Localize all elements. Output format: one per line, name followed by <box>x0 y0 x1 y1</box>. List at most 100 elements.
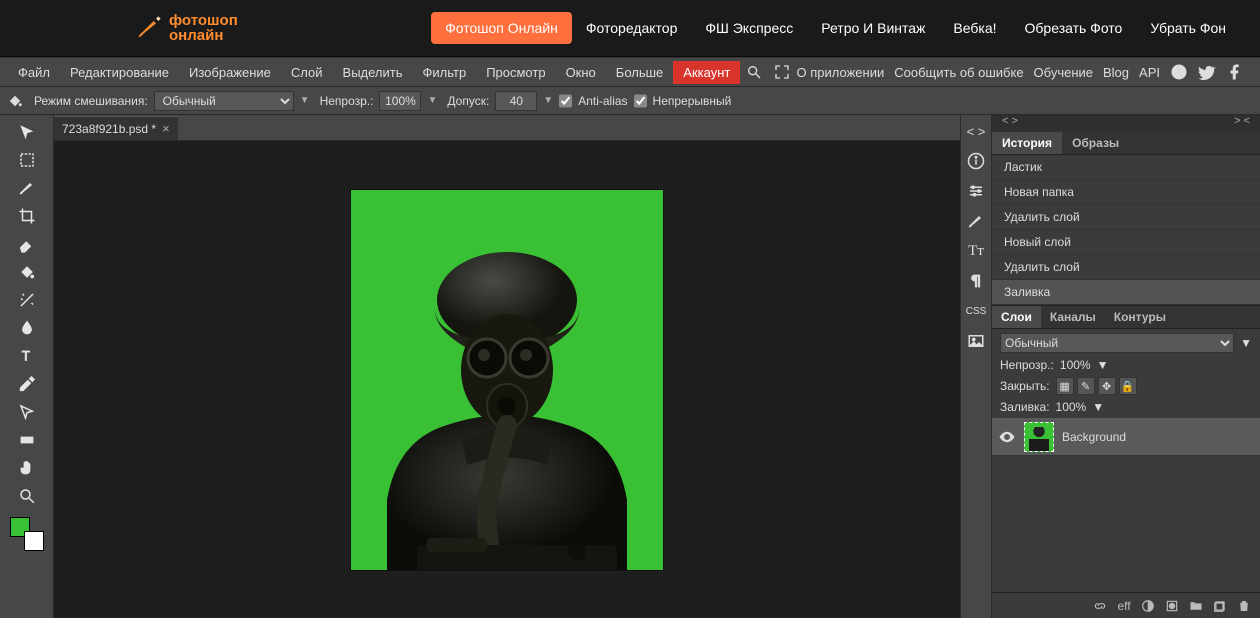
site-logo[interactable]: фотошоп онлайн <box>135 13 238 43</box>
marquee-tool[interactable] <box>13 147 41 173</box>
mask-icon[interactable] <box>1164 598 1180 614</box>
fx-icon[interactable]: eff <box>1116 598 1132 614</box>
fullscreen-icon[interactable] <box>774 64 790 80</box>
code-icon[interactable]: < > <box>966 121 986 141</box>
contiguous-checkbox[interactable] <box>634 91 647 111</box>
tab-images[interactable]: Образы <box>1062 132 1129 154</box>
background-color[interactable] <box>24 531 44 551</box>
menu-account[interactable]: Аккаунт <box>673 61 740 84</box>
layers-list: Background <box>992 418 1260 592</box>
search-icon[interactable] <box>746 64 762 80</box>
menu-learn[interactable]: Обучение <box>1034 65 1093 80</box>
dropdown-icon[interactable]: ▼ <box>1240 336 1252 350</box>
document-tab[interactable]: 723a8f921b.psd * × <box>54 116 178 140</box>
menu-api[interactable]: API <box>1139 65 1160 80</box>
facebook-icon[interactable] <box>1226 63 1244 81</box>
twitter-icon[interactable] <box>1198 63 1216 81</box>
close-icon[interactable]: × <box>162 121 170 136</box>
canvas-area[interactable] <box>54 141 960 618</box>
type-icon[interactable]: Tт <box>966 241 986 261</box>
eyedropper-tool[interactable] <box>13 371 41 397</box>
bucket-tool[interactable] <box>13 259 41 285</box>
move-tool[interactable] <box>13 119 41 145</box>
lock-move-icon[interactable]: ✥ <box>1098 377 1116 395</box>
text-tool[interactable]: T <box>13 343 41 369</box>
nav-editor[interactable]: Фоторедактор <box>572 12 692 44</box>
history-item[interactable]: Удалить слой <box>992 205 1260 230</box>
nav-removebg[interactable]: Убрать Фон <box>1136 12 1240 44</box>
brush-panel-icon[interactable] <box>966 211 986 231</box>
new-layer-icon[interactable] <box>1212 598 1228 614</box>
tab-channels[interactable]: Каналы <box>1041 306 1105 328</box>
menu-more[interactable]: Больше <box>606 61 674 84</box>
tab-paths[interactable]: Контуры <box>1105 306 1175 328</box>
opacity-field[interactable] <box>379 91 421 111</box>
layer-opacity-label: Непрозр.: <box>1000 358 1054 372</box>
reddit-icon[interactable] <box>1170 63 1188 81</box>
lock-all-icon[interactable]: 🔒 <box>1119 377 1137 395</box>
tab-layers[interactable]: Слои <box>992 306 1041 328</box>
menu-about[interactable]: О приложении <box>797 65 885 80</box>
link-icon[interactable] <box>1092 598 1108 614</box>
history-item[interactable]: Ластик <box>992 155 1260 180</box>
history-item[interactable]: Заливка <box>992 280 1260 305</box>
wand-tool[interactable] <box>13 287 41 313</box>
menu-edit[interactable]: Редактирование <box>60 61 179 84</box>
brush-tool[interactable] <box>13 175 41 201</box>
lock-transparency-icon[interactable]: ▦ <box>1056 377 1074 395</box>
color-swatches[interactable] <box>10 517 44 551</box>
blend-mode-select[interactable]: Обычный <box>154 91 294 111</box>
menu-window[interactable]: Окно <box>556 61 606 84</box>
canvas[interactable] <box>351 190 663 570</box>
menu-file[interactable]: Файл <box>8 61 60 84</box>
menu-blog[interactable]: Blog <box>1103 65 1129 80</box>
nav-express[interactable]: ФШ Экспресс <box>691 12 807 44</box>
nav-retro[interactable]: Ретро И Винтаж <box>807 12 939 44</box>
visibility-icon[interactable] <box>998 428 1016 446</box>
canvas-image <box>377 230 637 570</box>
layer-name[interactable]: Background <box>1062 430 1126 444</box>
lock-brush-icon[interactable]: ✎ <box>1077 377 1095 395</box>
menu-select[interactable]: Выделить <box>333 61 413 84</box>
menu-layer[interactable]: Слой <box>281 61 333 84</box>
blend-mode-label: Режим смешивания: <box>34 94 148 108</box>
paragraph-icon[interactable] <box>966 271 986 291</box>
layer-row[interactable]: Background <box>992 418 1260 456</box>
trash-icon[interactable] <box>1236 598 1252 614</box>
blur-tool[interactable] <box>13 315 41 341</box>
gradient-tool[interactable] <box>13 427 41 453</box>
path-tool[interactable] <box>13 399 41 425</box>
nav-crop[interactable]: Обрезать Фото <box>1011 12 1137 44</box>
history-item[interactable]: Новый слой <box>992 230 1260 255</box>
layer-thumbnail[interactable] <box>1024 422 1054 452</box>
folder-icon[interactable] <box>1188 598 1204 614</box>
history-item[interactable]: Удалить слой <box>992 255 1260 280</box>
layer-blend-select[interactable]: Обычный <box>1000 333 1234 353</box>
dropdown-icon[interactable]: ▼ <box>1097 358 1109 372</box>
dropdown-icon[interactable]: ▼ <box>1092 400 1104 414</box>
panel-collapse-arrows[interactable]: < > > < <box>992 115 1260 131</box>
dropdown-icon[interactable]: ▼ <box>300 95 310 106</box>
css-icon[interactable]: CSS <box>966 301 986 321</box>
info-icon[interactable] <box>966 151 986 171</box>
bucket-icon[interactable] <box>6 92 24 110</box>
adjustment-icon[interactable] <box>1140 598 1156 614</box>
dropdown-icon[interactable]: ▼ <box>543 95 553 106</box>
hand-tool[interactable] <box>13 455 41 481</box>
eraser-tool[interactable] <box>13 231 41 257</box>
tolerance-field[interactable] <box>495 91 537 111</box>
menu-view[interactable]: Просмотр <box>476 61 555 84</box>
nav-webka[interactable]: Вебка! <box>939 12 1010 44</box>
nav-online[interactable]: Фотошоп Онлайн <box>431 12 572 44</box>
menu-report[interactable]: Сообщить об ошибке <box>894 65 1023 80</box>
sliders-icon[interactable] <box>966 181 986 201</box>
menu-filter[interactable]: Фильтр <box>413 61 477 84</box>
tab-history[interactable]: История <box>992 132 1062 154</box>
history-item[interactable]: Новая папка <box>992 180 1260 205</box>
zoom-tool[interactable] <box>13 483 41 509</box>
dropdown-icon[interactable]: ▼ <box>427 95 437 106</box>
menu-image[interactable]: Изображение <box>179 61 281 84</box>
antialias-checkbox[interactable] <box>559 91 572 111</box>
crop-tool[interactable] <box>13 203 41 229</box>
image-icon[interactable] <box>966 331 986 351</box>
